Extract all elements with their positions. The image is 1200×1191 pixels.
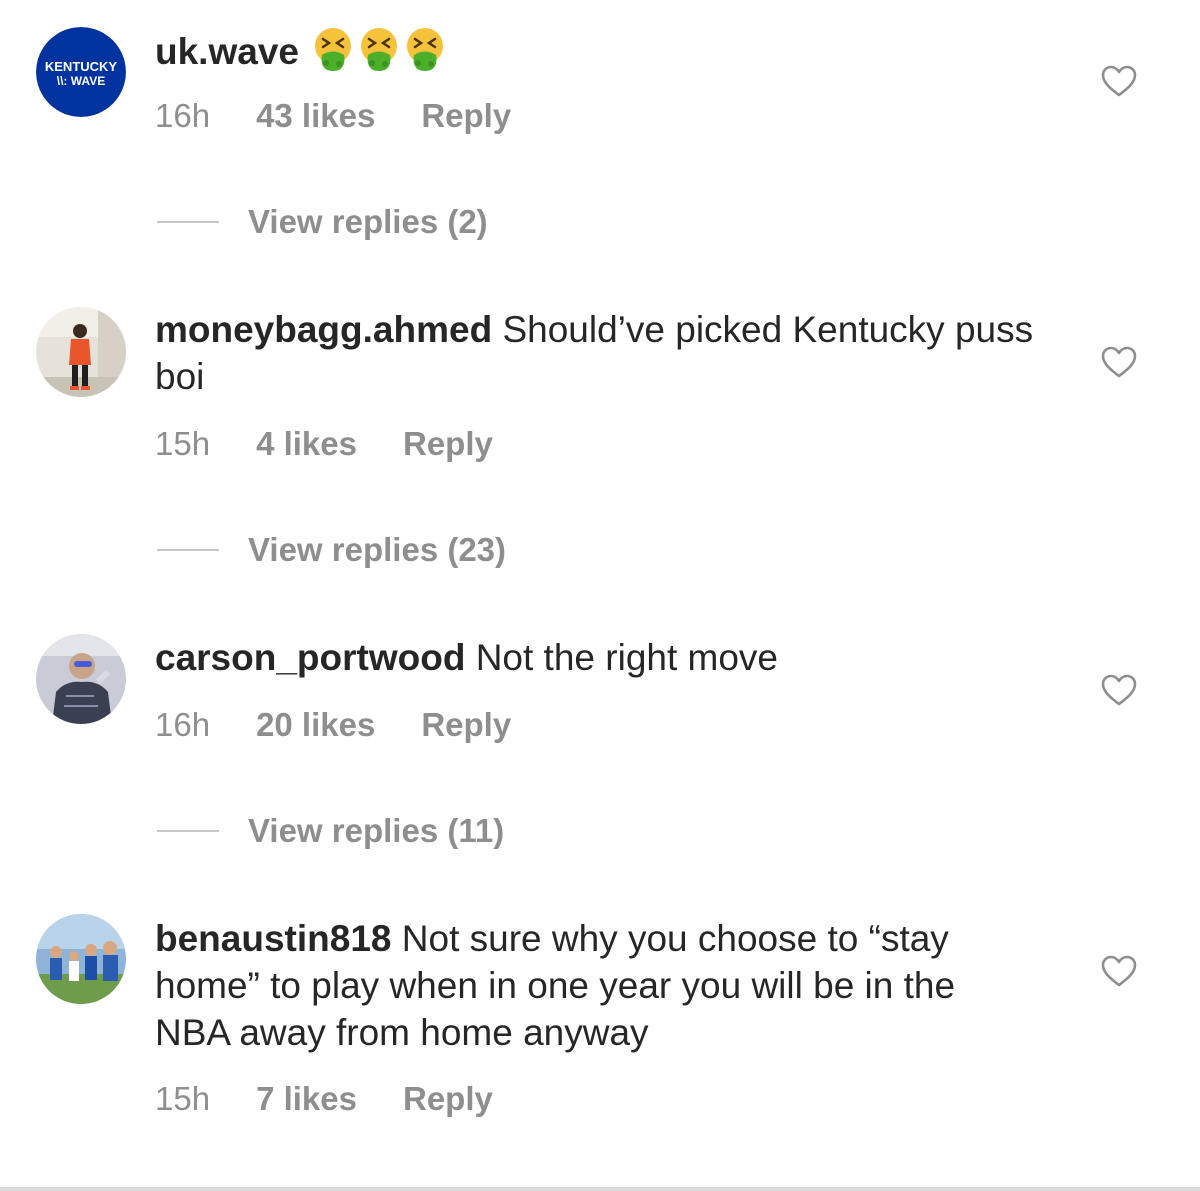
comment-likes-count[interactable]: 4 likes <box>256 425 357 463</box>
comment-meta: 15h 4 likes Reply <box>155 425 539 463</box>
divider <box>0 1187 1200 1191</box>
nauseated-face-icon <box>314 28 351 71</box>
avatar[interactable] <box>36 307 126 397</box>
avatar[interactable] <box>36 634 126 724</box>
heart-outline-icon[interactable] <box>1100 345 1138 379</box>
reply-button[interactable]: Reply <box>421 97 511 135</box>
heart-outline-icon[interactable] <box>1100 673 1138 707</box>
comment-text: uk.wave <box>155 26 1035 75</box>
comment-text: carson_portwood Not the right move <box>155 634 1035 681</box>
comment-meta: 15h 7 likes Reply <box>155 1080 539 1118</box>
view-replies-divider <box>157 221 219 223</box>
avatar-logo-text-1: KENTUCKY <box>45 59 118 74</box>
avatar[interactable]: KENTUCKY \\: WAVE <box>36 27 126 117</box>
reply-button[interactable]: Reply <box>421 706 511 744</box>
comment-timestamp: 15h <box>155 425 211 462</box>
nauseated-face-icon <box>360 28 397 71</box>
comment-meta: 16h 20 likes Reply <box>155 706 557 744</box>
comment-username[interactable]: moneybagg.ahmed <box>155 309 492 350</box>
comment-timestamp: 16h <box>155 706 211 743</box>
comment-likes-count[interactable]: 20 likes <box>256 706 375 744</box>
nauseated-face-icon <box>406 28 443 71</box>
view-replies-button[interactable]: View replies (2) <box>157 202 488 242</box>
view-replies-divider <box>157 830 219 832</box>
view-replies-divider <box>157 549 219 551</box>
comment-username[interactable]: carson_portwood <box>155 637 465 678</box>
avatar[interactable] <box>36 914 126 1004</box>
view-replies-button[interactable]: View replies (11) <box>157 811 504 851</box>
comment-username[interactable]: benaustin818 <box>155 918 391 959</box>
reply-button[interactable]: Reply <box>403 425 493 463</box>
comment-text: moneybagg.ahmed Should’ve picked Kentuck… <box>155 306 1035 400</box>
reply-button[interactable]: Reply <box>403 1080 493 1118</box>
view-replies-label: View replies (2) <box>248 203 488 240</box>
comment-username[interactable]: uk.wave <box>155 31 299 72</box>
comment-timestamp: 16h <box>155 97 211 134</box>
comment-content: Not the right move <box>475 637 779 678</box>
comment-likes-count[interactable]: 7 likes <box>256 1080 357 1118</box>
view-replies-button[interactable]: View replies (23) <box>157 530 506 570</box>
heart-outline-icon[interactable] <box>1100 954 1138 988</box>
heart-outline-icon[interactable] <box>1100 64 1138 98</box>
comment-meta: 16h 43 likes Reply <box>155 97 557 135</box>
view-replies-label: View replies (23) <box>248 531 507 568</box>
view-replies-label: View replies (11) <box>248 812 505 849</box>
comment-likes-count[interactable]: 43 likes <box>256 97 375 135</box>
comment-text: benaustin818 Not sure why you choose to … <box>155 915 1035 1056</box>
avatar-logo-text-2: \\: WAVE <box>57 74 105 88</box>
comment-timestamp: 15h <box>155 1080 211 1117</box>
